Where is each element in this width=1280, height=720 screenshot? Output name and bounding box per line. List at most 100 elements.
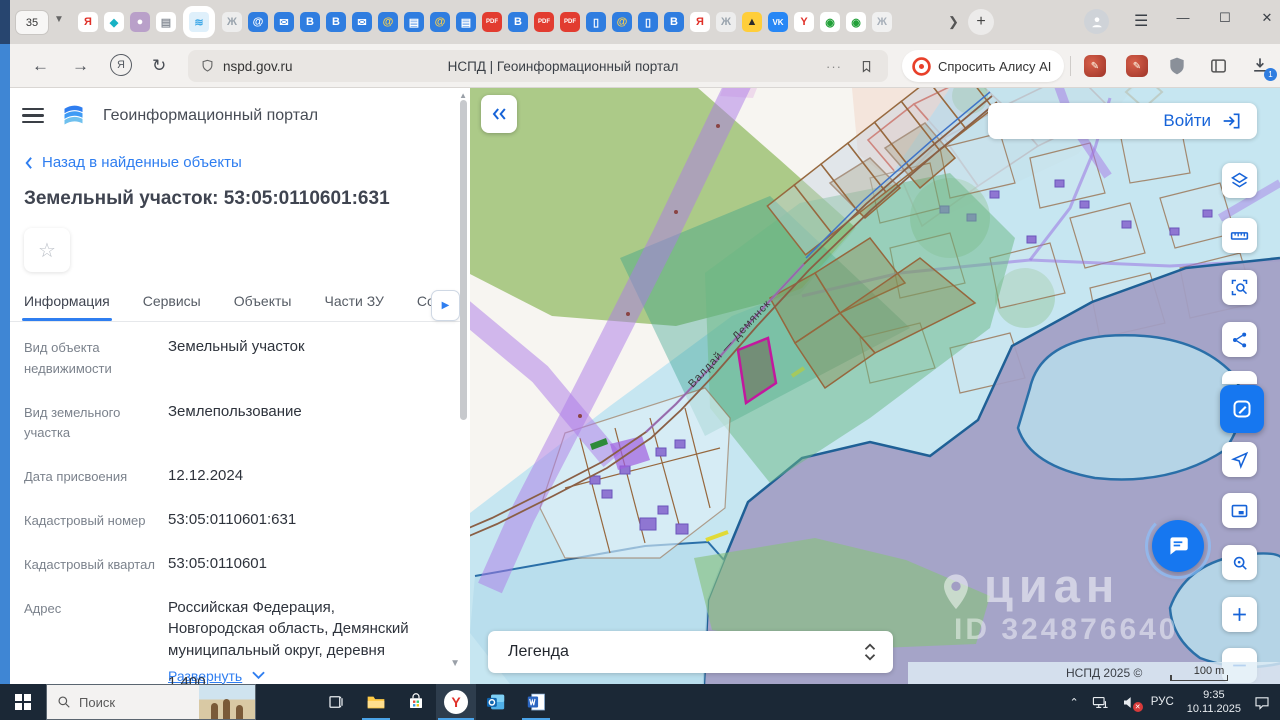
browser-tab[interactable]: ◆ bbox=[104, 12, 124, 32]
new-tab-button[interactable]: + bbox=[968, 9, 994, 35]
word-icon bbox=[527, 693, 545, 711]
tab-counter-chip[interactable]: 35 bbox=[16, 11, 48, 34]
scroll-down-icon[interactable]: ▼ bbox=[450, 658, 460, 669]
language-indicator[interactable]: РУС bbox=[1151, 696, 1174, 708]
store-icon bbox=[410, 693, 422, 708]
ask-alice-button[interactable]: Спросить Алису AI bbox=[902, 50, 1064, 82]
browser-tab[interactable]: ◉ bbox=[846, 12, 866, 32]
panel-scrollbar[interactable] bbox=[460, 100, 467, 420]
browser-tab[interactable]: ≋ bbox=[189, 12, 209, 32]
browser-menu-icon[interactable]: ☰ bbox=[1134, 11, 1148, 31]
panel-collapse-button[interactable] bbox=[481, 95, 517, 133]
back-icon[interactable]: ← bbox=[32, 56, 49, 76]
login-button[interactable]: Войти bbox=[988, 103, 1257, 139]
browser-tab[interactable]: VK bbox=[768, 12, 788, 32]
browser-tab[interactable]: ● bbox=[130, 12, 150, 32]
browser-tab[interactable]: PDF bbox=[482, 12, 502, 32]
taskbar-clock[interactable]: 9:35 10.11.2025 bbox=[1187, 688, 1241, 717]
search-highlight-image[interactable] bbox=[199, 685, 255, 719]
file-explorer-button[interactable] bbox=[356, 684, 396, 720]
measure-button[interactable] bbox=[1222, 218, 1257, 253]
outlook-button[interactable] bbox=[476, 684, 516, 720]
favorite-star-button[interactable]: ☆ bbox=[24, 228, 70, 272]
bookmark-icon[interactable] bbox=[859, 58, 874, 75]
locate-button[interactable] bbox=[1222, 442, 1257, 477]
yandex-page-icon[interactable]: Я bbox=[110, 54, 132, 76]
object-search-icon bbox=[1233, 556, 1247, 570]
action-center-icon[interactable] bbox=[1254, 695, 1270, 710]
browser-tab[interactable]: Y bbox=[794, 12, 814, 32]
draw-button-active[interactable] bbox=[1220, 385, 1264, 433]
start-button[interactable] bbox=[0, 684, 46, 720]
chat-button[interactable] bbox=[1145, 513, 1211, 579]
tab-information[interactable]: Информация bbox=[22, 284, 112, 321]
downloads-button[interactable]: 1 bbox=[1250, 55, 1277, 81]
browser-tab[interactable]: PDF bbox=[560, 12, 580, 32]
tab-overflow-icon[interactable]: ❯ bbox=[948, 14, 959, 30]
browser-tab[interactable]: ◉ bbox=[820, 12, 840, 32]
task-view-button[interactable] bbox=[316, 684, 356, 720]
browser-tab[interactable]: @ bbox=[248, 12, 268, 32]
legend-toggle[interactable]: Легенда bbox=[488, 631, 893, 673]
browser-tab[interactable]: @ bbox=[430, 12, 450, 32]
browser-tab[interactable]: Я bbox=[690, 12, 710, 32]
overview-map-button[interactable] bbox=[1222, 493, 1257, 528]
browser-tab[interactable]: В bbox=[664, 12, 684, 32]
browser-tab[interactable]: ▯ bbox=[586, 12, 606, 32]
hidden-tool-button[interactable] bbox=[1222, 371, 1257, 384]
tab-services[interactable]: Сервисы bbox=[143, 284, 201, 321]
extension-edit-icon-2[interactable]: ✎ bbox=[1126, 55, 1148, 77]
word-button[interactable] bbox=[516, 684, 556, 720]
layers-button[interactable] bbox=[1222, 163, 1257, 198]
extension-edit-icon[interactable]: ✎ bbox=[1084, 55, 1106, 77]
browser-tab[interactable]: В bbox=[508, 12, 528, 32]
alice-icon bbox=[912, 56, 931, 76]
browser-tab[interactable]: Ж bbox=[716, 12, 736, 32]
object-search-button[interactable] bbox=[1222, 545, 1257, 580]
tabs-panel-icon[interactable] bbox=[1208, 56, 1229, 76]
scroll-up-icon[interactable]: ▲ bbox=[459, 91, 467, 100]
refresh-icon[interactable]: ↻ bbox=[152, 56, 166, 76]
yandex-browser-button[interactable]: Y bbox=[436, 684, 476, 720]
browser-tab[interactable]: ▤ bbox=[404, 12, 424, 32]
volume-muted-icon[interactable]: ✕ bbox=[1122, 695, 1143, 712]
zoom-in-button[interactable] bbox=[1222, 597, 1257, 632]
maximize-button[interactable]: ☐ bbox=[1212, 10, 1238, 26]
browser-tab[interactable]: PDF bbox=[534, 12, 554, 32]
forward-icon[interactable]: → bbox=[72, 56, 89, 76]
tab-objects[interactable]: Объекты bbox=[234, 284, 292, 321]
browser-tab[interactable]: ▲ bbox=[742, 12, 762, 32]
browser-tab[interactable]: Я bbox=[78, 12, 98, 32]
browser-tab[interactable]: В bbox=[326, 12, 346, 32]
tab-parcel-parts[interactable]: Части ЗУ bbox=[324, 284, 383, 321]
browser-tab[interactable]: ▯ bbox=[638, 12, 658, 32]
network-icon[interactable] bbox=[1092, 695, 1109, 710]
area-search-button[interactable] bbox=[1222, 270, 1257, 305]
tray-expand-icon[interactable]: ⌃ bbox=[1070, 696, 1079, 709]
back-to-results-link[interactable]: Назад в найденные объекты bbox=[24, 154, 242, 171]
browser-tab[interactable]: ✉ bbox=[274, 12, 294, 32]
tab-list-chevron-icon[interactable]: ▼ bbox=[54, 14, 64, 25]
browser-tab[interactable]: @ bbox=[378, 12, 398, 32]
close-button[interactable]: ✕ bbox=[1254, 10, 1280, 26]
url-field[interactable]: nspd.gov.ru НСПД | Геоинформационный пор… bbox=[188, 50, 888, 82]
minimize-button[interactable]: — bbox=[1170, 10, 1196, 25]
map-canvas[interactable]: Валдай — Демянск Войти циан ID 324876640… bbox=[470, 88, 1280, 684]
login-label: Войти bbox=[1163, 111, 1211, 130]
taskbar-search-box[interactable]: Поиск bbox=[46, 684, 256, 720]
adblock-shield-icon[interactable] bbox=[1166, 56, 1188, 76]
profile-avatar[interactable] bbox=[1084, 9, 1109, 34]
tabs-scroll-next-button[interactable]: ▶ bbox=[431, 290, 460, 321]
browser-tab[interactable]: ▤ bbox=[456, 12, 476, 32]
share-button[interactable] bbox=[1222, 322, 1257, 357]
browser-tab[interactable]: Ж bbox=[872, 12, 892, 32]
browser-tab[interactable]: @ bbox=[612, 12, 632, 32]
browser-tab[interactable]: Ж bbox=[222, 12, 242, 32]
url-more-icon[interactable]: ··· bbox=[826, 59, 842, 74]
browser-tab[interactable]: В bbox=[300, 12, 320, 32]
browser-tab[interactable]: ✉ bbox=[352, 12, 372, 32]
ms-store-button[interactable] bbox=[396, 684, 436, 720]
expand-collapse-icon bbox=[864, 643, 876, 661]
browser-tab[interactable]: ▤ bbox=[156, 12, 176, 32]
hamburger-menu-icon[interactable] bbox=[22, 104, 44, 128]
